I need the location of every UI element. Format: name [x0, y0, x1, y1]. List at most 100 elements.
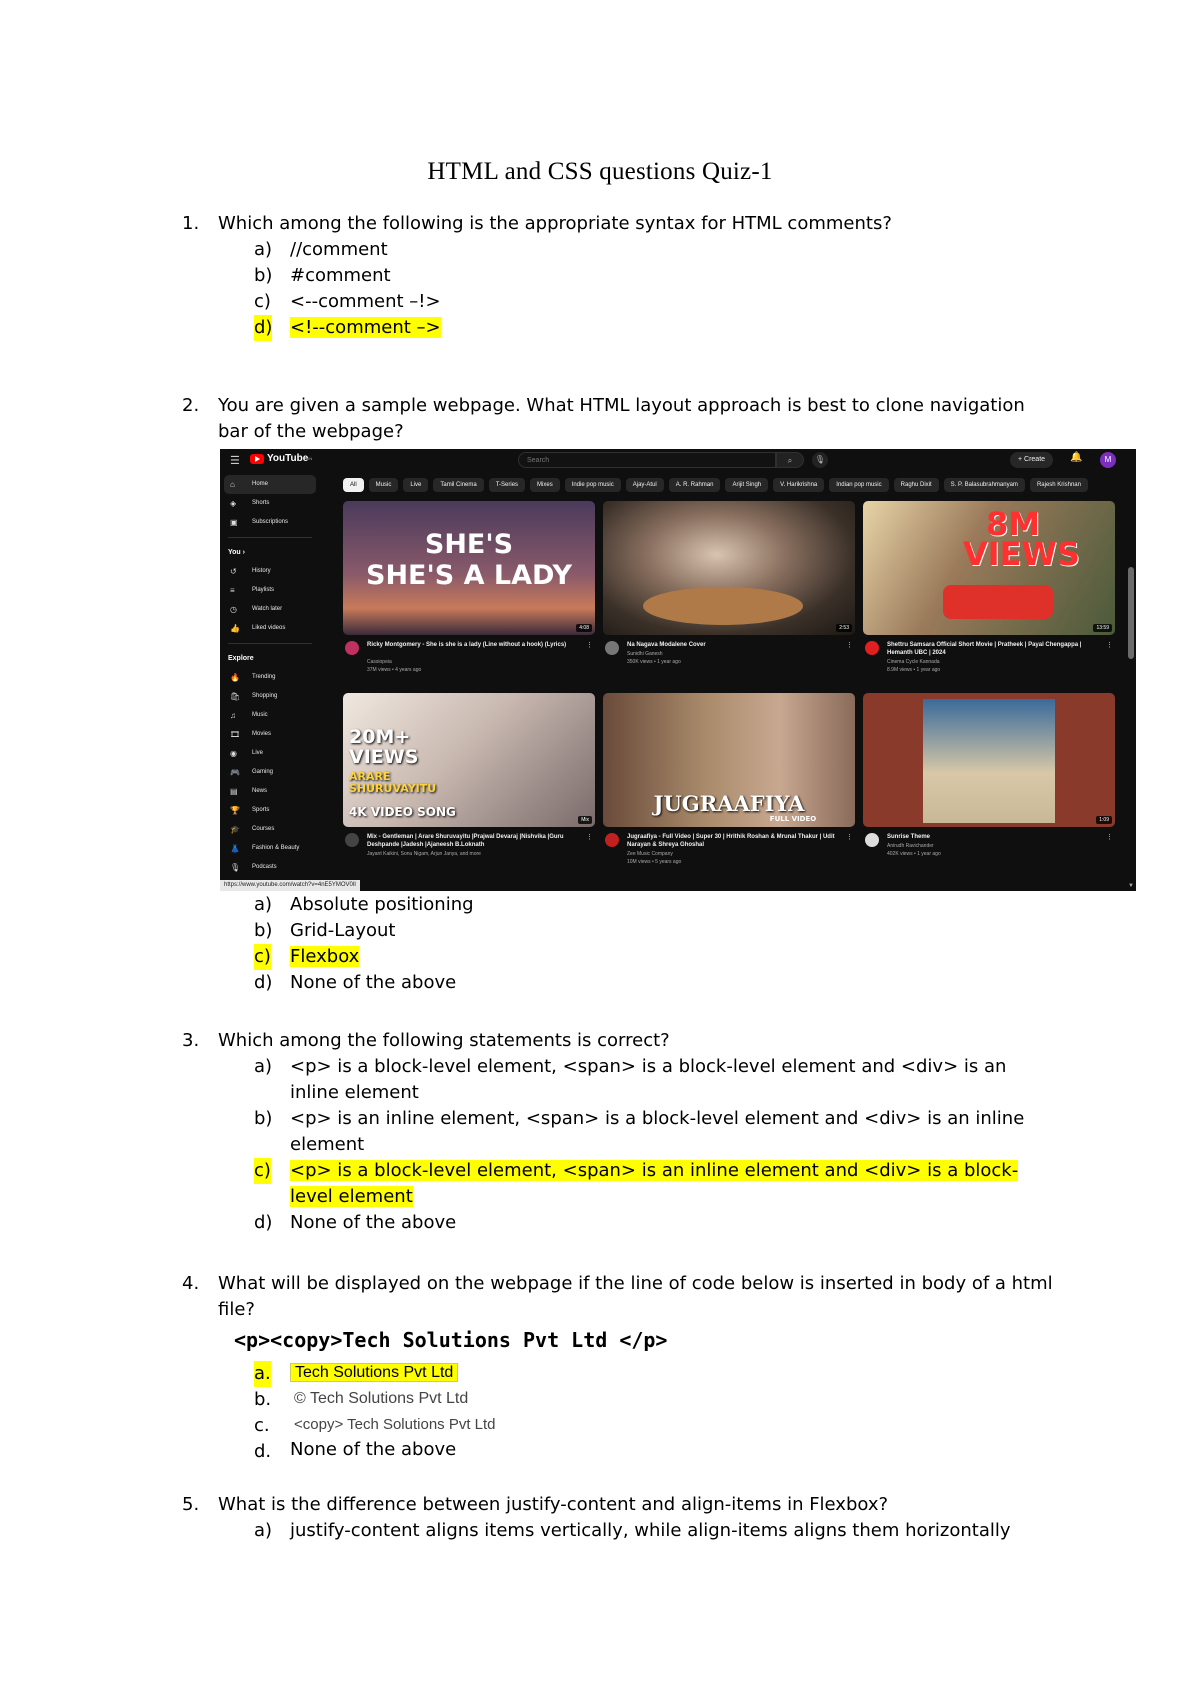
question-text: What is the difference between justify-c…	[218, 1494, 889, 1515]
video-stats: 350K views • 1 year ago	[627, 659, 681, 665]
option-b: b) <p> is an inline element, <span> is a …	[254, 1108, 1025, 1155]
chip: Live	[403, 478, 429, 492]
option-a: a) justify-content aligns items verticall…	[254, 1520, 1011, 1541]
options-list: a) justify-content aligns items verticall…	[254, 1518, 1062, 1544]
sidebar-item-music: ♫ Music	[220, 706, 320, 725]
more-vert-icon: ⋮	[1106, 642, 1113, 649]
chip: Ajay-Atul	[625, 478, 664, 492]
courses-icon: 🎓	[230, 825, 240, 834]
yt-search-input: Search	[518, 452, 776, 468]
guitar-shape	[643, 587, 803, 625]
chip: All	[343, 478, 364, 492]
option-b: b) Grid-Layout	[254, 920, 396, 941]
option-b: b) #comment	[254, 265, 391, 286]
option-c: c. <copy> Tech Solutions Pvt Ltd	[254, 1415, 496, 1436]
sidebar-item-playlists: ≡ Playlists	[220, 581, 320, 600]
video-duration: 13:59	[1093, 624, 1112, 632]
channel-avatar	[605, 833, 619, 847]
bell-icon: 🔔	[1070, 452, 1083, 463]
video-thumbnail: 2:53	[603, 501, 855, 635]
question-text: What will be displayed on the webpage if…	[218, 1273, 1053, 1320]
video-title: Shettru Samsara Official Short Movie | P…	[887, 642, 1082, 656]
yt-sidebar: ⌂ Home ◈ Shorts ▣ Subscriptions You › ↺ Hist…	[220, 475, 320, 877]
playlists-icon: ≡	[230, 586, 235, 595]
chip: Rajesh Krishnan	[1029, 478, 1088, 492]
poster-shape	[923, 699, 1055, 823]
mic-icon: 🎙	[812, 452, 828, 468]
question-5: 5. What is the difference between justif…	[182, 1492, 1062, 1544]
sidebar-item-news: ▤ News	[220, 782, 320, 801]
channel-avatar	[345, 833, 359, 847]
video-channel: Jayant Kaikini, Sonu Nigam, Arjun Janya,…	[367, 851, 481, 857]
video-stats: 8.9M views • 1 year ago	[887, 667, 941, 673]
live-icon: ◉	[230, 749, 237, 758]
sidebar-item-liked-videos: 👍 Liked videos	[220, 619, 320, 638]
question-text: Which among the following statements is …	[218, 1030, 670, 1051]
video-duration: Mix	[578, 816, 592, 824]
sidebar-item-movies: 🎞 Movies	[220, 725, 320, 744]
trending-icon: 🔥	[230, 673, 240, 682]
hamburger-menu-icon: ☰	[230, 455, 240, 467]
title-logo-shape	[943, 585, 1053, 619]
option-b: b. © Tech Solutions Pvt Ltd	[254, 1389, 469, 1410]
video-stats: 10M views • 5 years ago	[627, 859, 682, 865]
question-text: You are given a sample webpage. What HTM…	[218, 395, 1025, 442]
video-title: Na Nagava Modalene Cover	[627, 642, 706, 648]
quiz-page: HTML and CSS questions Quiz-1 1. Which a…	[0, 0, 1200, 1696]
subscriptions-icon: ▣	[230, 518, 238, 527]
video-channel: Zee Music Company	[627, 851, 673, 857]
option-d-correct: d) <!--comment –>	[254, 315, 1062, 341]
video-thumbnail: SHE'S SHE'S A LADY 4:08	[343, 501, 595, 635]
music-icon: ♫	[230, 711, 236, 720]
option-c-correct: c) Flexbox	[254, 944, 1062, 970]
video-stats: 37M views • 4 years ago	[367, 667, 422, 673]
question-number: 1.	[182, 213, 200, 234]
document-title: HTML and CSS questions Quiz-1	[427, 158, 773, 185]
sidebar-divider	[228, 643, 312, 644]
video-thumbnail: 8M VIEWS 13:59	[863, 501, 1115, 635]
channel-avatar	[345, 641, 359, 655]
options-list: a) Absolute positioning b) Grid-Layout c) F…	[254, 892, 1062, 996]
chip: Arijit Singh	[725, 478, 769, 492]
chip: Music	[368, 478, 399, 492]
video-stats: 402K views • 1 year ago	[887, 851, 941, 857]
thumbnail-overlay-text: JUGRAAFIYA	[653, 791, 805, 816]
gaming-icon: 🎮	[230, 768, 240, 777]
youtube-logo: YouTube IN	[250, 453, 312, 464]
question-3: 3. Which among the following statements …	[182, 1028, 1062, 1236]
video-title: Mix - Gentleman | Arare Shuruvayitu |Pra…	[367, 834, 564, 848]
video-thumbnail: 20M+ VIEWS ARARE SHURUVAYITU 4K VIDEO SO…	[343, 693, 595, 827]
fashion-icon: 👗	[230, 844, 240, 853]
podcasts-icon: 🎙	[230, 863, 241, 872]
video-title: Jugraafiya - Full Video | Super 30 | Hri…	[627, 834, 835, 848]
video-channel: Anirudh Ravichander	[887, 843, 934, 849]
video-duration: 1:09	[1096, 816, 1112, 824]
question-4: 4. What will be displayed on the webpage…	[182, 1271, 1062, 1463]
question-number: 5.	[182, 1494, 200, 1515]
options-list: a. Tech Solutions Pvt Ltd b. © Tech Soluti…	[254, 1359, 1062, 1463]
video-thumbnail: JUGRAAFIYA FULL VIDEO	[603, 693, 855, 827]
sidebar-item-podcasts: 🎙 Podcasts	[220, 858, 320, 877]
chip: Indie pop music	[564, 478, 621, 492]
video-channel: Cinema Cycle Kannada	[887, 659, 940, 665]
sidebar-item-fashion: 👗 Fashion & Beauty	[220, 839, 320, 858]
more-vert-icon: ⋮	[586, 642, 593, 649]
option-d: d) None of the above	[254, 972, 457, 993]
watch-later-icon: ◷	[230, 605, 237, 614]
yt-chip-bar: All Music Live Tamil Cinema T-Series Mix…	[343, 478, 1133, 492]
question-2: 2. You are given a sample webpage. What …	[182, 393, 1062, 445]
sidebar-divider	[228, 537, 312, 538]
sidebar-item-shorts: ◈ Shorts	[220, 494, 320, 513]
question-2-options: a) Absolute positioning b) Grid-Layout c) F…	[182, 892, 1062, 996]
sidebar-item-trending: 🔥 Trending	[220, 668, 320, 687]
youtube-screenshot: ☰ YouTube IN Search ⌕ 🎙 + Create 🔔 M ⌂ Hom…	[220, 449, 1136, 891]
channel-avatar	[605, 641, 619, 655]
chip: Raghu Dixit	[893, 478, 939, 492]
news-icon: ▤	[230, 787, 238, 796]
question-text: Which among the following is the appropr…	[218, 213, 892, 234]
search-icon: ⌕	[776, 452, 804, 468]
more-vert-icon: ⋮	[846, 642, 853, 649]
question-number: 3.	[182, 1030, 200, 1051]
history-icon: ↺	[230, 567, 237, 576]
options-list: a)//comment b) #comment c) <--comment –!> …	[254, 237, 1062, 341]
